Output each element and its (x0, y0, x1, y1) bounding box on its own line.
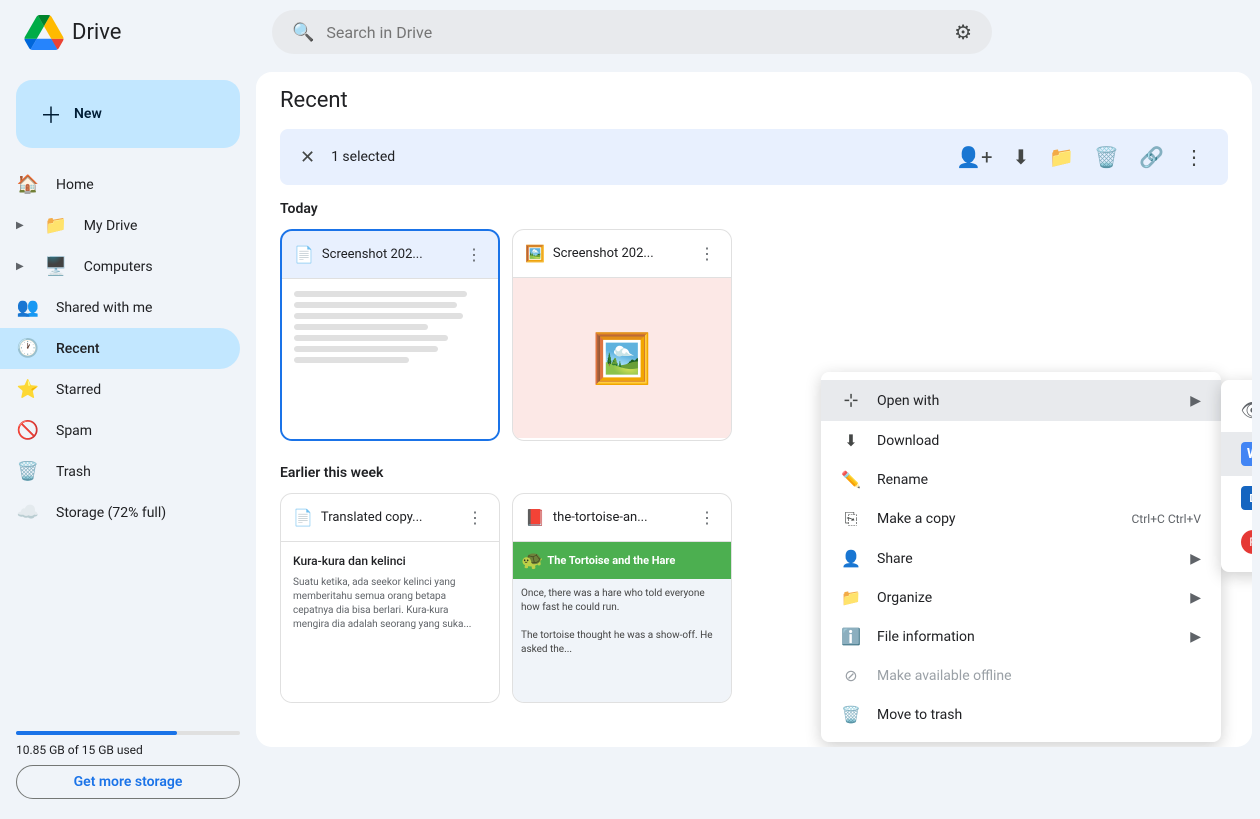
file-info-ctx-icon: ℹ️ (841, 627, 861, 646)
download-label: Download (877, 433, 939, 449)
context-menu-open-with[interactable]: ⊹ Open with ▶ 👁 Preview W Google Docs (821, 380, 1221, 421)
nav-label-trash: Trash (56, 464, 91, 480)
get-more-storage-button[interactable]: Get more storage (16, 765, 240, 799)
offline-ctx-icon: ⊘ (841, 666, 861, 685)
make-copy-shortcut: Ctrl+C Ctrl+V (1132, 512, 1202, 526)
organize-arrow: ▶ (1190, 590, 1201, 606)
open-with-arrow: ▶ (1190, 393, 1201, 409)
storage-bar-bg (16, 731, 240, 735)
storage-bar-fill (16, 731, 177, 735)
context-menu-file-info[interactable]: ℹ️ File information ▶ (821, 617, 1221, 656)
new-icon: ＋ (40, 98, 62, 130)
nav-item-trash[interactable]: 🗑️ Trash (0, 451, 240, 492)
nav-item-storage[interactable]: ☁️ Storage (72% full) (0, 492, 240, 533)
submenu-dochub[interactable]: D DocHub - PDF Sign and Edit (1221, 476, 1252, 520)
expand-arrow-my-drive[interactable]: ▶ (16, 220, 24, 231)
google-docs-icon: W (1241, 442, 1252, 466)
open-with-label: Open with (877, 393, 939, 409)
storage-icon: ☁️ (16, 502, 40, 523)
recent-icon: 🕐 (16, 338, 40, 359)
context-menu-download[interactable]: ⬇ Download (821, 421, 1221, 460)
search-icon: 🔍 (292, 22, 314, 43)
nav-label-starred: Starred (56, 382, 101, 398)
my-drive-icon: 📁 (44, 215, 68, 236)
context-menu: ⊹ Open with ▶ 👁 Preview W Google Docs (821, 372, 1221, 742)
new-button-label: New (74, 106, 102, 122)
app-name: Drive (72, 20, 121, 45)
nav-label-spam: Spam (56, 423, 92, 439)
file-info-arrow: ▶ (1190, 629, 1201, 645)
computers-icon: 🖥️ (44, 256, 68, 277)
context-menu-organize[interactable]: 📁 Organize ▶ (821, 578, 1221, 617)
nav-item-home[interactable]: 🏠 Home (0, 164, 240, 205)
trash-icon: 🗑️ (16, 461, 40, 482)
offline-label: Make available offline (877, 668, 1012, 684)
nav-item-recent[interactable]: 🕐 Recent (0, 328, 240, 369)
nav-item-starred[interactable]: ⭐ Starred (0, 369, 240, 410)
submenu-open-with: 👁 Preview W Google Docs D DocHub - PDF S… (1221, 380, 1252, 572)
nav-label-computers: Computers (84, 259, 153, 275)
context-menu-move-to-trash[interactable]: 🗑️ Move to trash (821, 695, 1221, 734)
organize-ctx-icon: 📁 (841, 588, 861, 607)
dochub-icon: D (1241, 486, 1252, 510)
download-ctx-icon: ⬇ (841, 431, 861, 450)
context-menu-offline: ⊘ Make available offline (821, 656, 1221, 695)
context-menu-rename[interactable]: ✏️ Rename (821, 460, 1221, 499)
share-ctx-icon: 👤 (841, 549, 861, 568)
context-menu-make-copy[interactable]: ⎘ Make a copy Ctrl+C Ctrl+V (821, 499, 1221, 539)
open-with-icon: ⊹ (841, 390, 861, 411)
preview-icon: 👁 (1241, 398, 1252, 422)
pdf-merge-icon: P (1241, 530, 1252, 554)
trash-label: Move to trash (877, 707, 962, 723)
drive-logo-icon (24, 15, 64, 50)
file-info-label: File information (877, 629, 975, 645)
nav-label-recent: Recent (56, 341, 100, 357)
submenu-preview[interactable]: 👁 Preview (1221, 388, 1252, 432)
rename-ctx-icon: ✏️ (841, 470, 861, 489)
nav-item-spam[interactable]: 🚫 Spam (0, 410, 240, 451)
nav-item-computers[interactable]: ▶ 🖥️ Computers (0, 246, 240, 287)
nav-label-shared-with-me: Shared with me (56, 300, 152, 316)
new-button[interactable]: ＋ New (16, 80, 240, 148)
nav-item-my-drive[interactable]: ▶ 📁 My Drive (0, 205, 240, 246)
search-bar: 🔍 ⚙ (272, 10, 992, 54)
context-menu-share[interactable]: 👤 Share ▶ (821, 539, 1221, 578)
make-copy-label: Make a copy (877, 511, 956, 527)
nav-label-home: Home (56, 177, 94, 193)
storage-section: 10.85 GB of 15 GB used Get more storage (0, 719, 256, 811)
nav-item-shared-with-me[interactable]: 👥 Shared with me (0, 287, 240, 328)
sidebar: ＋ New 🏠 Home ▶ 📁 My Drive ▶ 🖥️ Computers… (0, 64, 256, 819)
share-label: Share (877, 551, 913, 567)
nav-label-my-drive: My Drive (84, 218, 138, 234)
trash-ctx-icon: 🗑️ (841, 705, 861, 724)
nav-label-storage: Storage (72% full) (56, 505, 166, 521)
make-copy-ctx-icon: ⎘ (841, 509, 861, 529)
search-input[interactable] (326, 23, 942, 42)
home-icon: 🏠 (16, 174, 40, 195)
rename-label: Rename (877, 472, 928, 488)
expand-arrow-computers[interactable]: ▶ (16, 261, 24, 272)
starred-icon: ⭐ (16, 379, 40, 400)
submenu-google-docs[interactable]: W Google Docs (1221, 432, 1252, 476)
content-area: Recent ✕ 1 selected 👤+ ⬇ 📁 🗑️ 🔗 ⋮ Today (256, 72, 1252, 747)
organize-label: Organize (877, 590, 932, 606)
submenu-pdf-merge[interactable]: P PDF Merge and Split (1221, 520, 1252, 564)
filter-icon[interactable]: ⚙ (954, 20, 972, 44)
spam-icon: 🚫 (16, 420, 40, 441)
share-arrow: ▶ (1190, 551, 1201, 567)
logo-area: Drive (16, 15, 272, 50)
main-content: Recent ✕ 1 selected 👤+ ⬇ 📁 🗑️ 🔗 ⋮ Today (256, 72, 1252, 747)
shared-with-me-icon: 👥 (16, 297, 40, 318)
